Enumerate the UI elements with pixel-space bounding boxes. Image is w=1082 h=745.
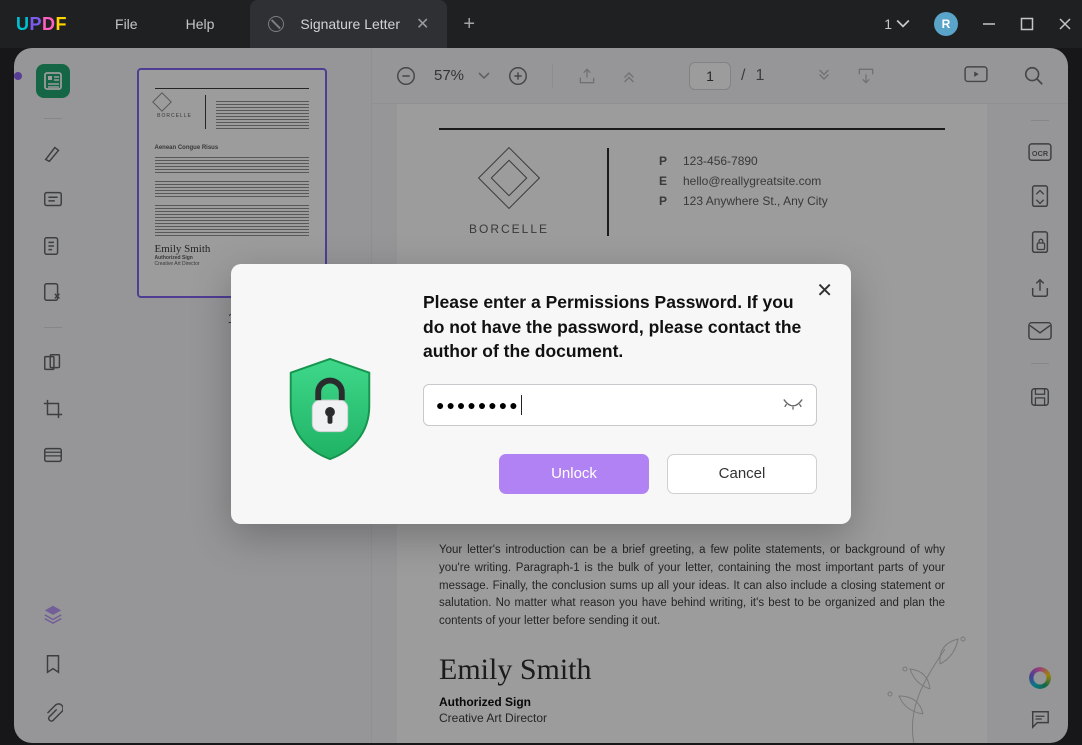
close-icon[interactable] — [1058, 17, 1072, 31]
password-input[interactable]: ●●●●●●●● — [423, 384, 817, 426]
title-bar: UPDF File Help Signature Letter ✕ + 1 R — [0, 0, 1082, 48]
tab-doc-icon — [268, 16, 284, 32]
tab-title: Signature Letter — [300, 16, 400, 32]
minimize-icon[interactable] — [982, 17, 996, 31]
modal-overlay: ✕ Please enter a Permiss — [0, 48, 1082, 745]
menu-help[interactable]: Help — [186, 16, 215, 32]
new-tab-button[interactable]: + — [463, 13, 475, 36]
cancel-button[interactable]: Cancel — [667, 454, 817, 494]
password-modal: ✕ Please enter a Permiss — [231, 264, 851, 524]
menu-file[interactable]: File — [115, 16, 138, 32]
show-password-icon[interactable] — [782, 397, 804, 413]
unlock-button[interactable]: Unlock — [499, 454, 649, 494]
app-logo: UPDF — [16, 14, 67, 35]
chevron-down-icon — [896, 17, 910, 31]
maximize-icon[interactable] — [1020, 17, 1034, 31]
document-tab[interactable]: Signature Letter ✕ — [250, 0, 447, 48]
user-avatar[interactable]: R — [934, 12, 958, 36]
shield-lock-icon — [280, 355, 380, 463]
password-mask: ●●●●●●●● — [436, 397, 520, 413]
modal-message: Please enter a Permissions Password. If … — [423, 290, 817, 364]
text-cursor — [521, 395, 522, 415]
modal-close-icon[interactable]: ✕ — [816, 278, 833, 303]
tab-close-icon[interactable]: ✕ — [416, 14, 429, 34]
tab-count[interactable]: 1 — [884, 16, 910, 32]
